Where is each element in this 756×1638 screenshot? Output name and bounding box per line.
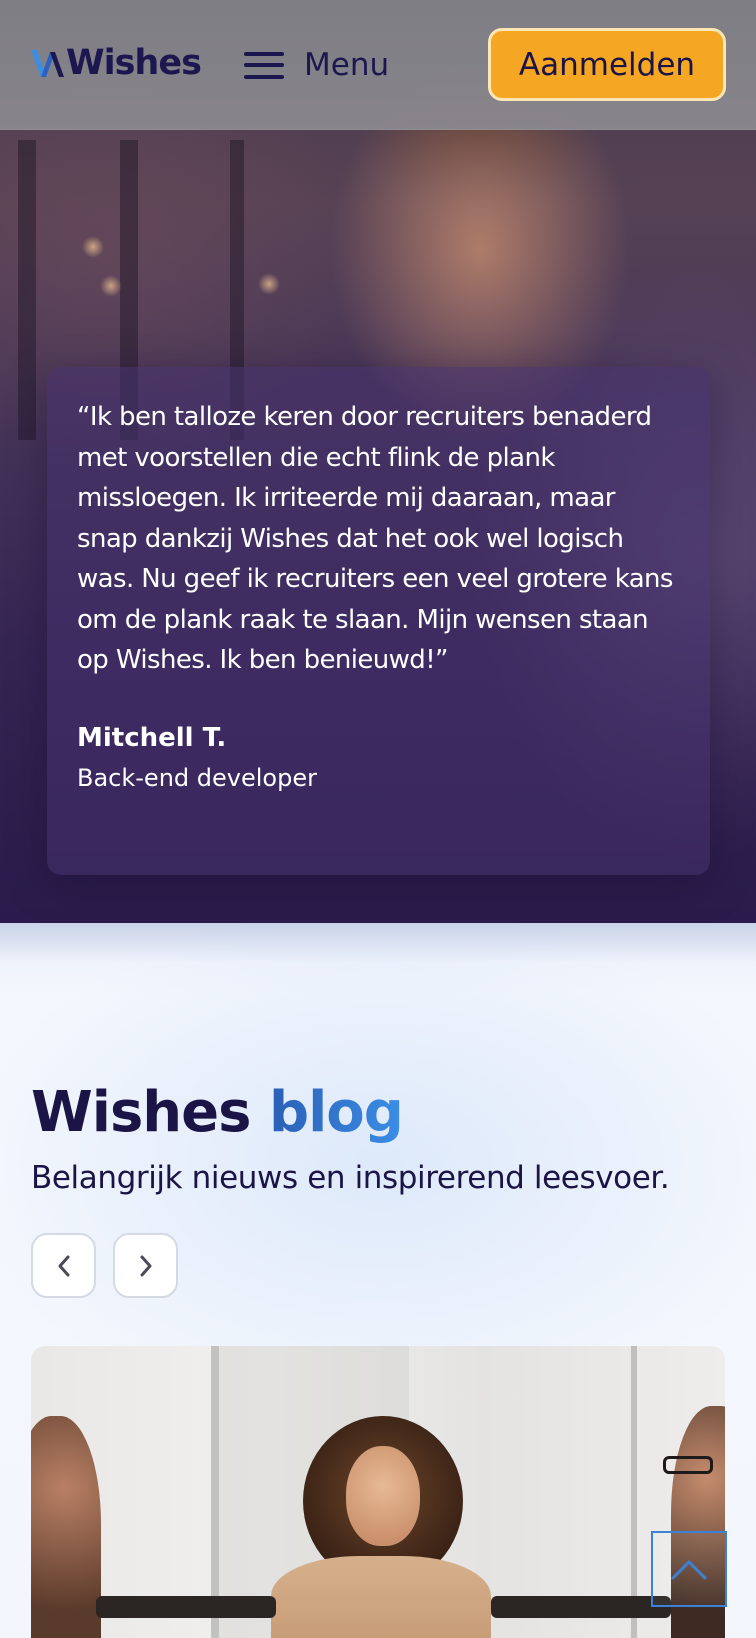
testimonial-role: Back-end developer bbox=[77, 763, 317, 792]
chevron-up-icon bbox=[671, 1560, 707, 1580]
carousel-prev-button[interactable] bbox=[31, 1233, 96, 1298]
blog-subtitle: Belangrijk nieuws en inspirerend leesvoe… bbox=[31, 1160, 670, 1196]
menu-label: Menu bbox=[304, 47, 390, 83]
chevron-right-icon bbox=[140, 1255, 151, 1276]
testimonial-author: Mitchell T. bbox=[77, 722, 227, 753]
scroll-to-top-button[interactable] bbox=[651, 1531, 727, 1607]
blog-card-image[interactable] bbox=[31, 1346, 725, 1638]
blog-title-main: Wishes bbox=[31, 1080, 251, 1145]
logo-text: Wishes bbox=[66, 43, 202, 83]
wishes-logo-icon bbox=[31, 50, 64, 77]
site-header: Wishes Menu Aanmelden bbox=[0, 0, 756, 130]
testimonial-quote: “Ik ben talloze keren door recruiters be… bbox=[77, 402, 673, 675]
hamburger-icon bbox=[242, 48, 284, 82]
photo-person-left bbox=[31, 1416, 101, 1638]
testimonial-hero: “Ik ben talloze keren door recruiters be… bbox=[0, 0, 756, 923]
carousel-next-button[interactable] bbox=[113, 1233, 178, 1298]
signup-button[interactable]: Aanmelden bbox=[488, 28, 726, 101]
chevron-left-icon bbox=[58, 1255, 69, 1276]
photo-glasses bbox=[663, 1456, 713, 1474]
photo-person-face bbox=[346, 1446, 420, 1546]
blog-title: Wishes blog bbox=[31, 1078, 404, 1148]
wishes-logo[interactable]: Wishes bbox=[30, 38, 202, 88]
menu-button[interactable]: Menu bbox=[242, 40, 389, 90]
photo-person-jacket bbox=[271, 1556, 491, 1638]
testimonial-card: “Ik ben talloze keren door recruiters be… bbox=[47, 367, 710, 875]
blog-title-accent: blog bbox=[268, 1080, 404, 1145]
